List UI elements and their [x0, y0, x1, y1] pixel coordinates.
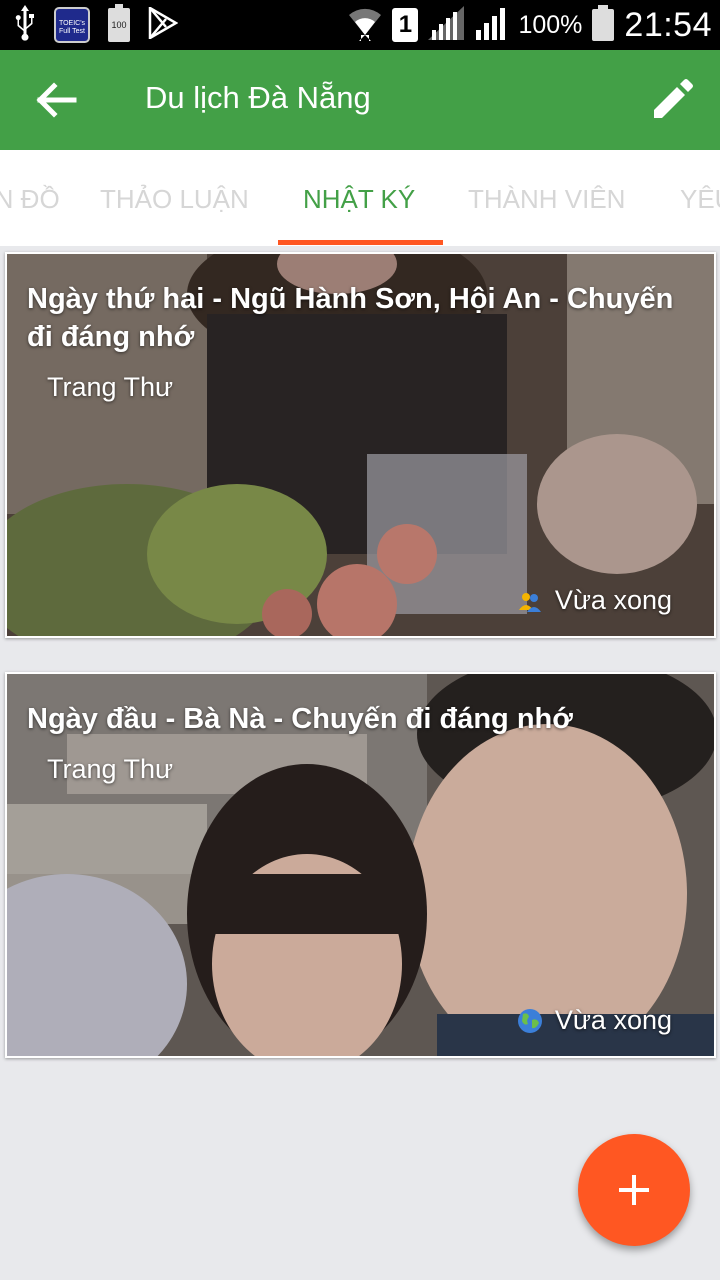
sim-icon: 1: [392, 8, 419, 42]
toeic-app-icon: TOEIC's Full Test: [54, 7, 90, 43]
journal-card[interactable]: Ngày đầu - Bà Nà - Chuyến đi đáng nhớ Tr…: [5, 672, 716, 1058]
usb-icon: [14, 4, 36, 46]
plus-icon: [619, 1175, 649, 1205]
journal-title: Ngày đầu - Bà Nà - Chuyến đi đáng nhớ: [27, 703, 573, 735]
page-title: Du lịch Đà Nẵng: [145, 80, 371, 115]
edit-pencil-icon[interactable]: [648, 76, 696, 124]
journal-status: Vừa xong: [517, 585, 672, 616]
tab-journal[interactable]: NHẬT KÝ: [303, 184, 415, 215]
tab-favorites[interactable]: YÊU: [680, 184, 720, 215]
back-arrow-icon[interactable]: [30, 78, 82, 122]
status-bar: TOEIC's Full Test 100 1 100% 21:54: [0, 0, 720, 50]
tab-bar: BẢN ĐỒ THẢO LUẬN NHẬT KÝ THÀNH VIÊN YÊU: [0, 150, 720, 246]
tab-discussion[interactable]: THẢO LUẬN: [100, 184, 249, 215]
tab-map[interactable]: BẢN ĐỒ: [0, 184, 60, 215]
tab-indicator: [278, 240, 443, 245]
add-journal-button[interactable]: [578, 1134, 690, 1246]
journal-status: Vừa xong: [517, 1005, 672, 1036]
battery-app-icon: 100: [108, 4, 130, 42]
journal-author: Trang Thư: [47, 754, 174, 784]
wifi-icon: [348, 5, 382, 46]
journal-title: Ngày thứ hai - Ngũ Hành Sơn, Hội An - Ch…: [27, 283, 674, 353]
journal-author: Trang Thư: [47, 372, 174, 402]
globe-icon: [517, 1008, 543, 1034]
signal-icon-2: [474, 6, 508, 45]
signal-icon: [428, 5, 465, 45]
battery-icon: [592, 4, 615, 46]
app-bar: Du lịch Đà Nẵng: [0, 50, 720, 150]
clock: 21:54: [624, 5, 712, 44]
journal-card[interactable]: Ngày thứ hai - Ngũ Hành Sơn, Hội An - Ch…: [5, 252, 716, 638]
play-store-icon: [148, 5, 179, 44]
battery-percent: 100%: [518, 10, 583, 39]
friends-icon: [517, 588, 543, 614]
tab-members[interactable]: THÀNH VIÊN: [468, 184, 625, 215]
